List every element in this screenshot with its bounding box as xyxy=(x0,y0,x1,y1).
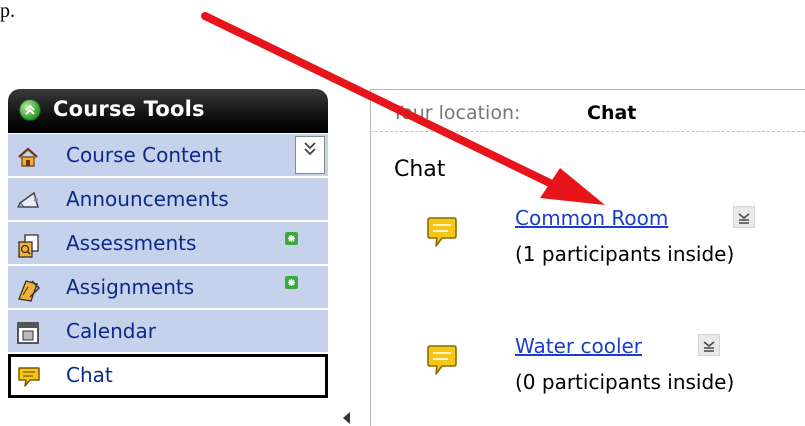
assignment-icon xyxy=(16,277,41,302)
chat-room-item: Water cooler (0 participants inside) xyxy=(370,334,805,404)
chat-bubble-icon xyxy=(425,216,459,248)
megaphone-icon xyxy=(16,189,40,213)
course-tools-sidebar: Course Tools Course Content Announcement… xyxy=(0,89,330,426)
sidebar-item-label: Assessments xyxy=(66,231,197,255)
sidebar-item-label: Course Content xyxy=(66,143,222,167)
chat-room-link[interactable]: Common Room xyxy=(515,206,668,230)
sidebar-item-label: Announcements xyxy=(66,187,229,211)
options-menu-icon xyxy=(703,341,715,352)
participant-count: (1 participants inside) xyxy=(515,242,735,266)
page-title: Chat xyxy=(394,157,446,182)
page-text-fragment: p. xyxy=(0,0,15,22)
breadcrumb-current: Chat xyxy=(587,102,637,124)
calendar-icon xyxy=(16,321,40,345)
chevron-double-down-icon xyxy=(304,142,316,156)
sidebar-item-assessments[interactable]: Assessments xyxy=(8,222,328,266)
room-options-button[interactable] xyxy=(698,334,720,356)
options-menu-icon xyxy=(738,213,750,224)
sidebar-item-assignments[interactable]: Assignments xyxy=(8,266,328,310)
sidebar-item-chat[interactable]: Chat xyxy=(8,354,328,398)
sidebar-item-label: Assignments xyxy=(66,275,195,299)
sidebar-item-calendar[interactable]: Calendar xyxy=(8,310,328,354)
participant-count: (0 participants inside) xyxy=(515,370,735,394)
home-icon xyxy=(16,145,40,169)
chat-bubble-icon xyxy=(425,344,459,376)
chat-icon xyxy=(16,365,40,389)
sidebar-item-label: Chat xyxy=(66,363,113,387)
breadcrumb: Your location: Chat xyxy=(370,90,805,132)
course-tools-menu: Course Content Announcements Assessments… xyxy=(8,134,328,398)
collapse-sidebar-arrow-icon[interactable] xyxy=(343,412,350,424)
collapse-up-icon[interactable] xyxy=(19,99,41,121)
new-content-badge-icon xyxy=(285,274,298,289)
chat-room-item: Common Room (1 participants inside) xyxy=(370,206,805,276)
room-options-button[interactable] xyxy=(733,206,755,228)
assessment-icon xyxy=(16,233,40,258)
sidebar-item-course-content[interactable]: Course Content xyxy=(8,134,328,178)
sidebar-header[interactable]: Course Tools xyxy=(8,89,328,133)
sidebar-item-announcements[interactable]: Announcements xyxy=(8,178,328,222)
chat-room-link[interactable]: Water cooler xyxy=(515,334,642,358)
sidebar-item-label: Calendar xyxy=(66,319,156,343)
breadcrumb-label: Your location: xyxy=(392,102,521,124)
sidebar-title: Course Tools xyxy=(53,97,205,121)
main-content: Your location: Chat Chat Common Room (1 … xyxy=(370,89,805,426)
collapse-menu-button[interactable] xyxy=(295,136,325,174)
new-content-badge-icon xyxy=(285,230,298,245)
